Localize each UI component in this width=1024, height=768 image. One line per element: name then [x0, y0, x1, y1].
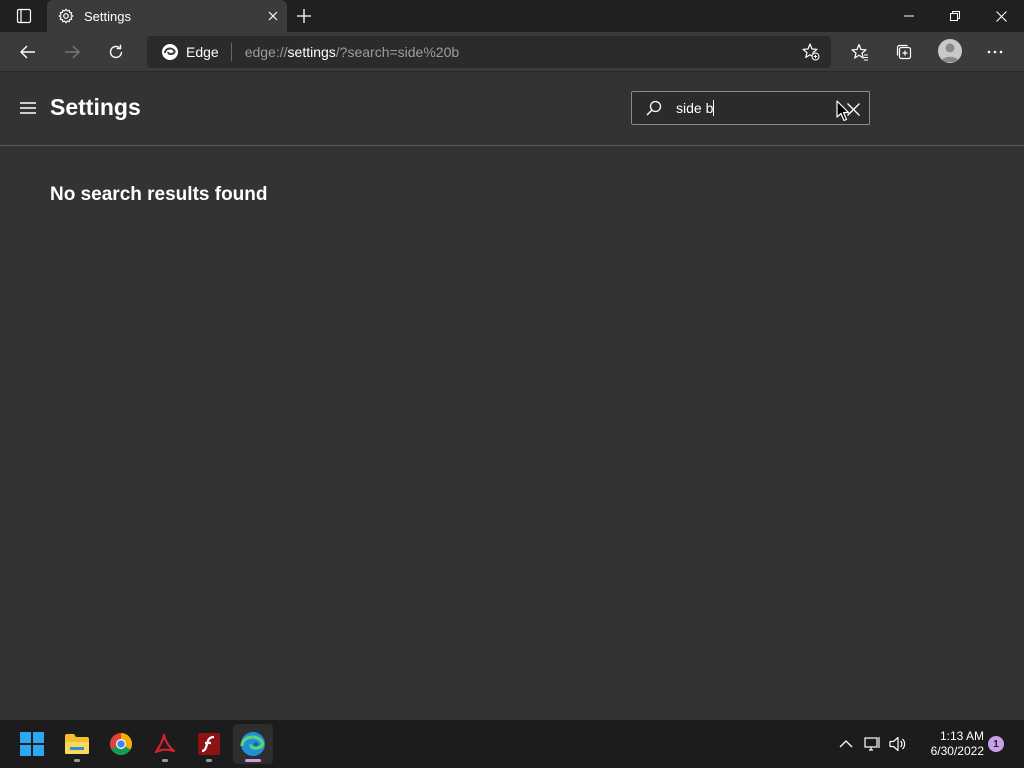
address-divider — [230, 43, 232, 61]
chrome-button[interactable] — [101, 724, 141, 764]
flash-icon — [198, 733, 220, 755]
active-indicator — [245, 759, 261, 762]
refresh-icon — [109, 44, 123, 59]
clock-time: 1:13 AM — [939, 729, 984, 743]
minimize-icon — [904, 15, 914, 17]
gear-icon — [58, 8, 74, 24]
add-favorite-icon[interactable] — [801, 42, 821, 62]
acrobat-icon — [154, 733, 176, 754]
menu-button[interactable] — [18, 98, 38, 118]
text-caret — [713, 100, 714, 116]
profile-icon — [941, 43, 959, 62]
file-explorer-button[interactable] — [57, 724, 97, 764]
site-name: Edge — [186, 44, 219, 60]
clock-date: 6/30/2022 — [930, 744, 984, 758]
tab-title: Settings — [84, 8, 131, 24]
edge-icon — [240, 732, 265, 756]
forward-arrow-icon — [65, 45, 80, 59]
page-title: Settings — [50, 94, 141, 120]
hamburger-icon — [20, 102, 36, 114]
close-icon — [268, 11, 278, 21]
favorites-button[interactable] — [844, 36, 876, 68]
restore-icon — [950, 11, 960, 21]
speaker-icon — [889, 736, 906, 752]
title-bar: Settings — [0, 0, 1024, 32]
tab-actions-icon — [16, 8, 32, 24]
address-bar[interactable]: Edge edge://settings/?search=side%20b — [147, 36, 831, 68]
acrobat-button[interactable] — [145, 724, 185, 764]
search-input[interactable] — [676, 99, 836, 117]
edge-logo-icon — [162, 44, 178, 60]
plus-icon — [297, 9, 311, 23]
running-indicator — [74, 759, 80, 762]
close-window-button[interactable] — [978, 0, 1024, 32]
tab-settings[interactable]: Settings — [47, 0, 287, 32]
settings-header: Settings — [0, 72, 1024, 146]
minimize-button[interactable] — [886, 0, 932, 32]
start-icon — [20, 732, 44, 756]
browser-toolbar: Edge edge://settings/?search=side%20b — [0, 32, 1024, 72]
refresh-button[interactable] — [100, 36, 132, 68]
mouse-cursor-icon — [836, 100, 850, 122]
start-button[interactable] — [12, 724, 52, 764]
back-arrow-icon — [20, 45, 35, 59]
show-hidden-icons-button[interactable] — [834, 732, 858, 756]
taskbar: 1:13 AM 6/30/2022 — [0, 720, 1024, 768]
back-button[interactable] — [12, 36, 44, 68]
flash-button[interactable] — [189, 724, 229, 764]
running-indicator — [162, 759, 168, 762]
collections-button[interactable] — [888, 36, 920, 68]
url-rest: /?search=side%20b — [335, 44, 460, 60]
url-text[interactable]: edge://settings/?search=side%20b — [245, 44, 459, 60]
network-button[interactable] — [861, 732, 885, 756]
search-settings-box[interactable] — [631, 91, 870, 125]
running-indicator — [206, 759, 212, 762]
no-results-message: No search results found — [50, 184, 268, 205]
clock[interactable]: 1:13 AM 6/30/2022 — [912, 729, 984, 759]
restore-button[interactable] — [932, 0, 978, 32]
profile-avatar[interactable] — [938, 39, 962, 63]
file-explorer-icon — [65, 734, 89, 754]
url-prefix: edge:// — [244, 44, 288, 60]
search-icon — [646, 100, 662, 116]
collections-icon — [896, 44, 912, 60]
volume-button[interactable] — [886, 732, 910, 756]
chrome-icon — [110, 733, 132, 755]
chevron-up-icon — [839, 740, 853, 748]
notification-badge[interactable]: 1 — [988, 736, 1004, 752]
new-tab-button[interactable] — [290, 2, 318, 30]
network-icon — [864, 737, 880, 751]
more-dots-icon — [987, 50, 1003, 54]
close-window-icon — [995, 10, 1007, 22]
tab-actions-button[interactable] — [8, 4, 40, 28]
forward-button[interactable] — [56, 36, 88, 68]
edge-button[interactable] — [233, 724, 273, 764]
favorites-icon — [851, 43, 868, 61]
tab-close-button[interactable] — [259, 2, 287, 30]
more-options-button[interactable] — [979, 36, 1011, 68]
url-host: settings — [287, 44, 336, 60]
